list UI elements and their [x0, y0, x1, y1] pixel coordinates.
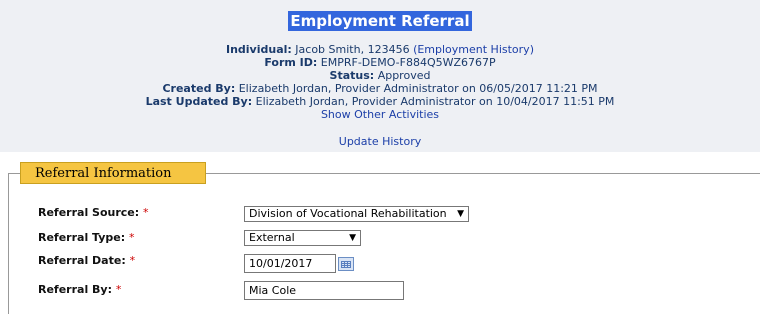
page-title: Employment Referral	[0, 11, 760, 31]
referral-date-label: Referral Date: *	[38, 254, 135, 267]
referral-date-input[interactable]: 10/01/2017	[244, 254, 336, 273]
referral-source-value: Division of Vocational Rehabilitation	[249, 207, 447, 220]
calendar-grid	[341, 261, 351, 268]
section-legend: Referral Information	[20, 162, 206, 184]
form-id-label: Form ID:	[264, 56, 318, 69]
status-value: Approved	[377, 69, 431, 82]
referral-type-select[interactable]: External ▼	[244, 230, 361, 246]
update-history-row: Update History	[0, 135, 760, 148]
form-id-value: EMPRF-DEMO-F884Q5WZ6767P	[320, 56, 496, 69]
referral-date-label-text: Referral Date:	[38, 254, 126, 267]
referral-source-select[interactable]: Division of Vocational Rehabilitation ▼	[244, 206, 469, 222]
created-by-row: Created By: Elizabeth Jordan, Provider A…	[0, 82, 760, 95]
show-other-activities-row: Show Other Activities	[0, 108, 760, 121]
referral-by-input[interactable]: Mia Cole	[244, 281, 404, 300]
updated-by-value: Elizabeth Jordan, Provider Administrator…	[255, 95, 615, 108]
required-mark: *	[143, 206, 149, 219]
individual-row: Individual: Jacob Smith, 123456 (Employm…	[0, 43, 760, 56]
referral-type-label-text: Referral Type:	[38, 231, 126, 244]
update-history-link[interactable]: Update History	[339, 135, 421, 148]
required-mark: *	[115, 283, 122, 296]
status-label: Status:	[329, 69, 375, 82]
created-by-value: Elizabeth Jordan, Provider Administrator…	[238, 82, 598, 95]
created-by-label: Created By:	[162, 82, 236, 95]
chevron-down-icon: ▼	[457, 209, 464, 219]
show-other-activities-link[interactable]: Show Other Activities	[321, 108, 439, 121]
referral-type-label: Referral Type: *	[38, 231, 135, 244]
referral-by-label-text: Referral By:	[38, 283, 113, 296]
page-title-text: Employment Referral	[288, 11, 472, 31]
individual-label: Individual:	[225, 43, 292, 56]
individual-value: Jacob Smith, 123456	[295, 43, 410, 56]
referral-type-value: External	[249, 231, 295, 244]
form-header: Employment Referral Individual: Jacob Sm…	[0, 0, 760, 152]
referral-source-label-text: Referral Source:	[38, 206, 140, 219]
required-mark: *	[129, 254, 136, 267]
calendar-icon[interactable]	[338, 257, 354, 271]
updated-by-label: Last Updated By:	[145, 95, 253, 108]
chevron-down-icon: ▼	[349, 233, 356, 243]
referral-by-label: Referral By: *	[38, 283, 121, 296]
referral-source-label: Referral Source: *	[38, 206, 149, 219]
updated-by-row: Last Updated By: Elizabeth Jordan, Provi…	[0, 95, 760, 108]
status-row: Status: Approved	[0, 69, 760, 82]
form-id-row: Form ID: EMPRF-DEMO-F884Q5WZ6767P	[0, 56, 760, 69]
required-mark: *	[129, 231, 135, 244]
employment-history-link[interactable]: (Employment History)	[413, 43, 534, 56]
